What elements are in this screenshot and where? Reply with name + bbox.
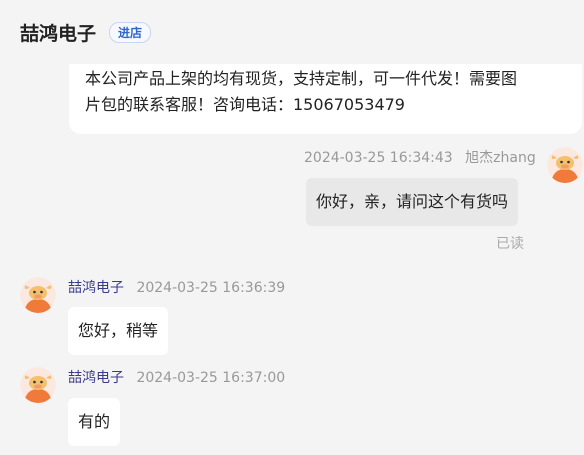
- shop-avatar-icon[interactable]: [20, 367, 56, 403]
- message-text: 有的: [78, 412, 111, 431]
- outgoing-message-bubble: 你好，亲，请问这个有货吗: [306, 178, 519, 226]
- message-sender: 旭杰zhang: [465, 150, 536, 166]
- chat-area: 本公司产品上架的均有现货，支持定制，可一件代发！需要图 片包的联系客服！咨询电话…: [0, 0, 584, 455]
- shop-name: 喆鸿电子: [20, 22, 97, 45]
- shop-avatar-icon[interactable]: [20, 277, 56, 313]
- incoming-message-bubble: 有的: [68, 398, 121, 446]
- message-timestamp: 2024-03-25 16:37:00: [136, 370, 286, 386]
- chat-header: 喆鸿电子 进店: [0, 0, 584, 64]
- message-timestamp: 2024-03-25 16:36:39: [136, 280, 286, 296]
- user-avatar-icon[interactable]: [547, 147, 583, 183]
- store-notice-message: 本公司产品上架的均有现货，支持定制，可一件代发！需要图 片包的联系客服！咨询电话…: [69, 52, 582, 134]
- incoming-message-bubble: 您好，稍等: [68, 307, 169, 355]
- enter-shop-button[interactable]: 进店: [109, 21, 152, 43]
- incoming-message-meta: 喆鸿电子 2024-03-25 16:37:00: [68, 367, 285, 387]
- notice-text-line-1: 本公司产品上架的均有现货，支持定制，可一件代发！需要图: [85, 69, 518, 88]
- message-sender: 喆鸿电子: [68, 370, 124, 386]
- message-text: 您好，稍等: [78, 321, 159, 340]
- notice-text-line-2: 片包的联系客服！咨询电话：15067053479: [85, 95, 405, 114]
- outgoing-message-meta: 2024-03-25 16:34:43 旭杰zhang: [304, 147, 536, 167]
- message-timestamp: 2024-03-25 16:34:43: [304, 150, 453, 166]
- message-sender: 喆鸿电子: [68, 280, 124, 296]
- message-text: 你好，亲，请问这个有货吗: [316, 192, 509, 211]
- incoming-message-meta: 喆鸿电子 2024-03-25 16:36:39: [68, 277, 285, 297]
- read-status: 已读: [496, 236, 524, 252]
